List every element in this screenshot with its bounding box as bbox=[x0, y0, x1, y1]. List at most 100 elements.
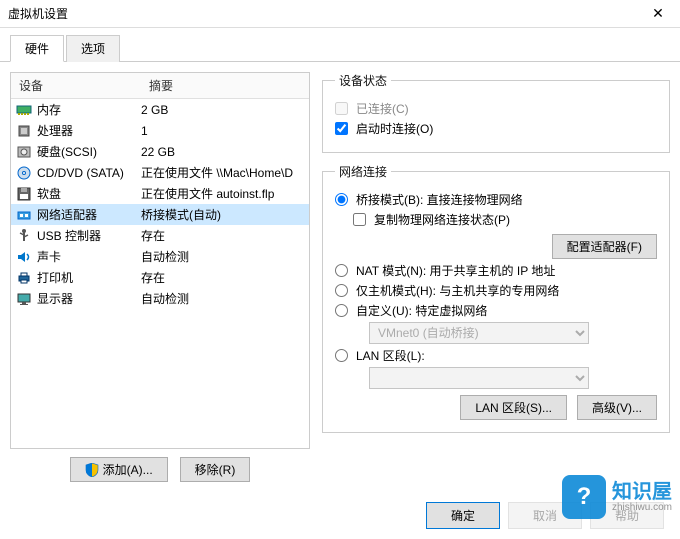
device-state-group: 设备状态 已连接(C) 启动时连接(O) bbox=[322, 72, 670, 153]
hardware-summary: 2 GB bbox=[141, 103, 305, 117]
window-title: 虚拟机设置 bbox=[8, 5, 644, 22]
custom-row: 自定义(U): 特定虚拟网络 bbox=[335, 302, 657, 319]
lan-seg-select-row bbox=[369, 367, 657, 389]
lan-seg-radio[interactable] bbox=[335, 349, 348, 362]
net-buttons-row: LAN 区段(S)... 高级(V)... bbox=[335, 395, 657, 420]
copy-state-checkbox[interactable] bbox=[353, 213, 366, 226]
nat-radio[interactable] bbox=[335, 264, 348, 277]
lan-seg-select bbox=[369, 367, 589, 389]
hardware-name: 显示器 bbox=[37, 290, 73, 307]
hardware-summary: 自动检测 bbox=[141, 248, 305, 265]
net-icon bbox=[15, 207, 33, 223]
hardware-row-memory[interactable]: 内存 2 GB bbox=[11, 99, 309, 120]
hardware-list-header: 设备 摘要 bbox=[11, 73, 309, 99]
hardware-row-floppy[interactable]: 软盘 正在使用文件 autoinst.flp bbox=[11, 183, 309, 204]
hardware-summary: 自动检测 bbox=[141, 290, 305, 307]
connect-on-power-checkbox[interactable] bbox=[335, 122, 348, 135]
hardware-row-usb[interactable]: USB 控制器 存在 bbox=[11, 225, 309, 246]
configure-adapter-button[interactable]: 配置适配器(F) bbox=[552, 234, 657, 259]
connected-checkbox bbox=[335, 102, 348, 115]
bridged-row: 桥接模式(B): 直接连接物理网络 bbox=[335, 191, 657, 208]
remove-button[interactable]: 移除(R) bbox=[180, 457, 251, 482]
connected-label: 已连接(C) bbox=[356, 100, 409, 117]
hardware-rows: 内存 2 GB 处理器 1 硬盘(SCSI) 22 GB CD/DVD (SATA) 正在使用… bbox=[11, 99, 309, 309]
hardware-list: 设备 摘要 内存 2 GB 处理器 1 硬盘(SCSI) 22 GB CD/DVD (SAT… bbox=[10, 72, 310, 449]
hardware-summary: 正在使用文件 \\Mac\Home\D bbox=[141, 164, 305, 181]
hardware-row-net[interactable]: 网络适配器 桥接模式(自动) bbox=[11, 204, 309, 225]
configure-row: 配置适配器(F) bbox=[335, 234, 657, 259]
tab-strip: 硬件 选项 bbox=[0, 28, 680, 62]
hardware-summary: 1 bbox=[141, 124, 305, 138]
hardware-summary: 桥接模式(自动) bbox=[141, 206, 305, 223]
hardware-name: 声卡 bbox=[37, 248, 61, 265]
add-button[interactable]: 添加(A)... bbox=[70, 457, 168, 482]
hardware-name: USB 控制器 bbox=[37, 227, 101, 244]
hardware-summary: 正在使用文件 autoinst.flp bbox=[141, 185, 305, 202]
ok-button[interactable]: 确定 bbox=[426, 502, 500, 529]
network-connection-legend: 网络连接 bbox=[335, 163, 391, 180]
add-button-label: 添加(A)... bbox=[103, 461, 153, 478]
hardware-row-cd[interactable]: CD/DVD (SATA) 正在使用文件 \\Mac\Home\D bbox=[11, 162, 309, 183]
hardware-name: 软盘 bbox=[37, 185, 61, 202]
hardware-row-hdd[interactable]: 硬盘(SCSI) 22 GB bbox=[11, 141, 309, 162]
tab-hardware[interactable]: 硬件 bbox=[10, 35, 64, 62]
network-connection-group: 网络连接 桥接模式(B): 直接连接物理网络 复制物理网络连接状态(P) 配置适… bbox=[322, 163, 670, 433]
cd-icon bbox=[15, 165, 33, 181]
bridged-label: 桥接模式(B): 直接连接物理网络 bbox=[356, 191, 523, 208]
hardware-name: 硬盘(SCSI) bbox=[37, 143, 97, 160]
col-device: 设备 bbox=[11, 73, 141, 98]
copy-state-label: 复制物理网络连接状态(P) bbox=[374, 211, 510, 228]
col-summary: 摘要 bbox=[141, 73, 181, 98]
close-icon[interactable]: ✕ bbox=[644, 5, 672, 22]
display-icon bbox=[15, 291, 33, 307]
hdd-icon bbox=[15, 144, 33, 160]
hardware-name: CD/DVD (SATA) bbox=[37, 166, 124, 180]
vmnet-select: VMnet0 (自动桥接) bbox=[369, 322, 589, 344]
custom-radio[interactable] bbox=[335, 304, 348, 317]
host-only-radio[interactable] bbox=[335, 284, 348, 297]
lan-seg-label: LAN 区段(L): bbox=[356, 347, 425, 364]
hardware-name: 打印机 bbox=[37, 269, 73, 286]
nat-label: NAT 模式(N): 用于共享主机的 IP 地址 bbox=[356, 262, 555, 279]
content-area: 设备 摘要 内存 2 GB 处理器 1 硬盘(SCSI) 22 GB CD/DVD (SAT… bbox=[0, 62, 680, 492]
lan-seg-row: LAN 区段(L): bbox=[335, 347, 657, 364]
dialog-footer: 确定 取消 帮助 bbox=[426, 502, 664, 529]
left-panel: 设备 摘要 内存 2 GB 处理器 1 硬盘(SCSI) 22 GB CD/DVD (SAT… bbox=[10, 72, 310, 482]
tab-options[interactable]: 选项 bbox=[66, 35, 120, 62]
device-state-legend: 设备状态 bbox=[335, 72, 391, 89]
memory-icon bbox=[15, 102, 33, 118]
cancel-button[interactable]: 取消 bbox=[508, 502, 582, 529]
copy-state-row: 复制物理网络连接状态(P) bbox=[353, 211, 657, 228]
usb-icon bbox=[15, 228, 33, 244]
hardware-row-display[interactable]: 显示器 自动检测 bbox=[11, 288, 309, 309]
title-bar: 虚拟机设置 ✕ bbox=[0, 0, 680, 28]
hardware-summary: 存在 bbox=[141, 227, 305, 244]
sound-icon bbox=[15, 249, 33, 265]
lan-segments-button[interactable]: LAN 区段(S)... bbox=[460, 395, 567, 420]
hardware-row-cpu[interactable]: 处理器 1 bbox=[11, 120, 309, 141]
vmnet-row: VMnet0 (自动桥接) bbox=[369, 322, 657, 344]
host-only-row: 仅主机模式(H): 与主机共享的专用网络 bbox=[335, 282, 657, 299]
shield-icon bbox=[85, 463, 99, 477]
hardware-name: 内存 bbox=[37, 101, 61, 118]
printer-icon bbox=[15, 270, 33, 286]
floppy-icon bbox=[15, 186, 33, 202]
connect-on-power-row: 启动时连接(O) bbox=[335, 120, 657, 137]
connected-row: 已连接(C) bbox=[335, 100, 657, 117]
hardware-name: 网络适配器 bbox=[37, 206, 97, 223]
help-button[interactable]: 帮助 bbox=[590, 502, 664, 529]
hardware-name: 处理器 bbox=[37, 122, 73, 139]
bridged-radio[interactable] bbox=[335, 193, 348, 206]
left-buttons: 添加(A)... 移除(R) bbox=[10, 449, 310, 482]
connect-on-power-label: 启动时连接(O) bbox=[356, 120, 433, 137]
hardware-row-sound[interactable]: 声卡 自动检测 bbox=[11, 246, 309, 267]
right-panel: 设备状态 已连接(C) 启动时连接(O) 网络连接 桥接模式(B): 直接连接物… bbox=[322, 72, 670, 482]
hardware-summary: 存在 bbox=[141, 269, 305, 286]
cpu-icon bbox=[15, 123, 33, 139]
hardware-row-printer[interactable]: 打印机 存在 bbox=[11, 267, 309, 288]
hardware-summary: 22 GB bbox=[141, 145, 305, 159]
advanced-button[interactable]: 高级(V)... bbox=[577, 395, 657, 420]
nat-row: NAT 模式(N): 用于共享主机的 IP 地址 bbox=[335, 262, 657, 279]
host-only-label: 仅主机模式(H): 与主机共享的专用网络 bbox=[356, 282, 559, 299]
custom-label: 自定义(U): 特定虚拟网络 bbox=[356, 302, 487, 319]
